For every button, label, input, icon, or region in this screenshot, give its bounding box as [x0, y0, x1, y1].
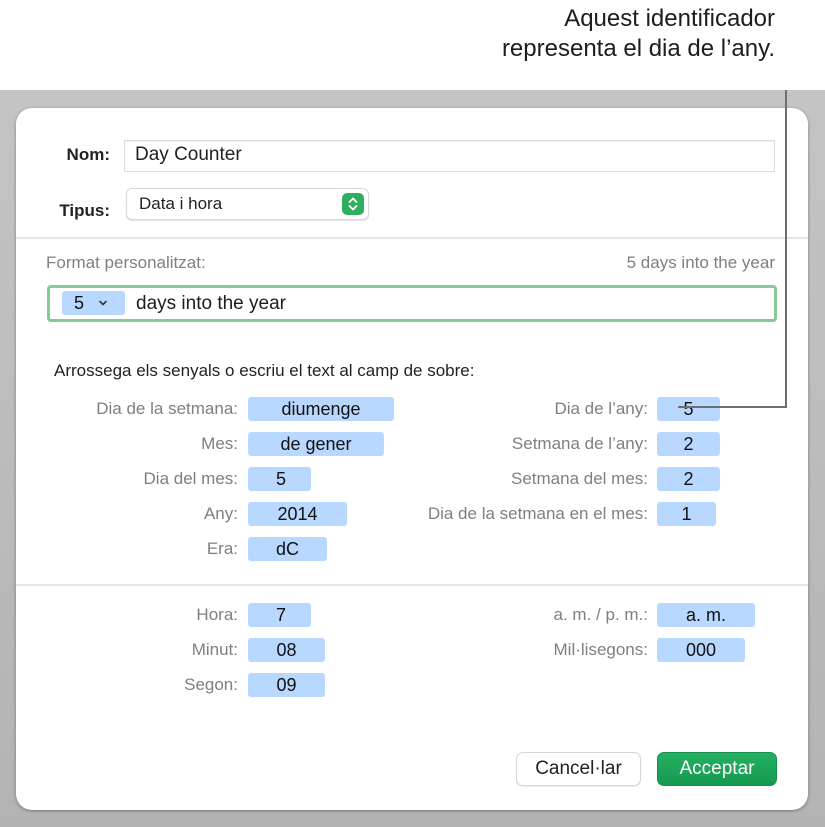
token-label-weekday-in-month: Dia de la setmana en el mes: — [427, 504, 648, 523]
token-label-week-of-year: Setmana de l’any: — [511, 434, 648, 453]
token-weekday-in-month[interactable]: 1 — [657, 502, 716, 526]
token-label-week-of-month: Setmana del mes: — [510, 469, 648, 488]
format-field-text: days into the year — [136, 293, 286, 314]
name-field[interactable]: Day Counter — [124, 140, 775, 172]
token-label-year: Any: — [203, 504, 238, 523]
token-label-am-pm: a. m. / p. m.: — [553, 605, 648, 624]
format-field[interactable]: 5 days into the year — [47, 285, 777, 322]
format-preview: 5 days into the year — [626, 253, 775, 272]
custom-format-label: Format personalitzat: — [46, 253, 206, 272]
custom-format-dialog: Nom: Day Counter Tipus: Data i hora Form… — [16, 108, 808, 810]
token-label-milliseconds: Mil·lisegons: — [553, 640, 648, 659]
chevron-down-icon[interactable] — [98, 291, 108, 321]
token-month[interactable]: de gener — [248, 432, 384, 456]
token-minute[interactable]: 08 — [248, 638, 325, 662]
name-label: Nom: — [66, 145, 110, 164]
token-am-pm[interactable]: a. m. — [657, 603, 755, 627]
type-select-value: Data i hora — [139, 194, 223, 213]
callout-line-2: representa el dia de l’any. — [501, 35, 775, 62]
token-weekday[interactable]: diumenge — [248, 397, 394, 421]
instructions-text: Arrossega els senyals o escriu el text a… — [54, 361, 475, 380]
token-week-of-month[interactable]: 2 — [657, 467, 720, 491]
token-label-day-of-year: Dia de l’any: — [554, 399, 648, 418]
token-label-hour: Hora: — [196, 605, 238, 624]
token-year[interactable]: 2014 — [248, 502, 347, 526]
section-divider-top — [16, 237, 808, 239]
up-down-chevron-icon — [342, 193, 364, 215]
token-label-second: Segon: — [184, 675, 238, 694]
token-day-of-month[interactable]: 5 — [248, 467, 311, 491]
token-day-of-year[interactable]: 5 — [657, 397, 720, 421]
cancel-button[interactable]: Cancel·lar — [516, 752, 641, 786]
token-label-month: Mes: — [201, 434, 238, 453]
token-era[interactable]: dC — [248, 537, 327, 561]
token-second[interactable]: 09 — [248, 673, 325, 697]
section-divider-bottom — [16, 584, 808, 586]
callout-annotation: Aquest identificador representa el dia d… — [502, 4, 775, 64]
token-label-era: Era: — [206, 539, 238, 558]
accept-button[interactable]: Acceptar — [657, 752, 777, 786]
token-label-minute: Minut: — [191, 640, 238, 659]
callout-leader-line-vertical — [785, 90, 787, 408]
type-label: Tipus: — [59, 201, 110, 220]
token-label-day-of-month: Dia del mes: — [143, 469, 238, 488]
type-select[interactable]: Data i hora — [126, 188, 369, 220]
token-week-of-year[interactable]: 2 — [657, 432, 720, 456]
callout-line-1: Aquest identificador — [564, 5, 775, 32]
callout-leader-line-horizontal — [678, 406, 787, 408]
token-label-weekday: Dia de la setmana: — [96, 399, 238, 418]
token-hour[interactable]: 7 — [248, 603, 311, 627]
token-milliseconds[interactable]: 000 — [657, 638, 745, 662]
format-token-day-of-year[interactable]: 5 — [62, 291, 125, 315]
format-token-value: 5 — [74, 293, 85, 313]
